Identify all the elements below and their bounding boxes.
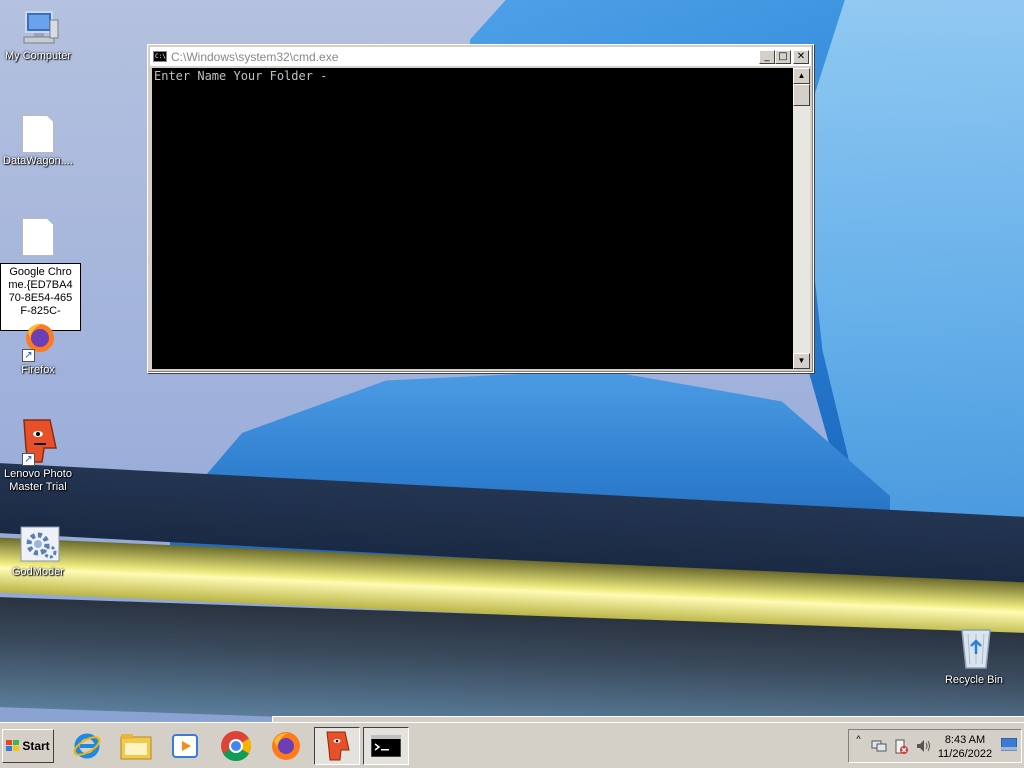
document-icon — [20, 218, 56, 256]
console-output[interactable]: Enter Name Your Folder - — [152, 68, 793, 369]
close-button[interactable]: ✕ — [793, 50, 809, 64]
desktop-icon-label: DataWagon.... — [3, 155, 73, 167]
cmd-titlebar[interactable]: C:\ C:\Windows\system32\cmd.exe _ □ ✕ — [150, 47, 811, 66]
taskbar-file-explorer[interactable] — [117, 727, 155, 765]
network-icon[interactable] — [871, 739, 887, 756]
show-hidden-icons-chevron-icon[interactable]: ˄ — [855, 735, 862, 751]
file-explorer-icon — [120, 734, 152, 760]
desktop-icon-datawagon[interactable]: DataWagon.... — [0, 115, 76, 168]
desktop-icon-chrome-file[interactable] — [0, 218, 76, 258]
clock-time: 8:43 AM — [944, 734, 986, 746]
scroll-down-button[interactable]: ▼ — [793, 353, 810, 369]
settings-gear-icon — [20, 526, 60, 562]
windows-flag-icon — [6, 740, 20, 752]
window-title: C:\Windows\system32\cmd.exe — [171, 49, 339, 64]
taskbar-firefox[interactable] — [267, 727, 305, 765]
scroll-up-button[interactable]: ▲ — [793, 68, 810, 84]
action-center-warning-icon[interactable] — [893, 739, 909, 758]
taskbar-internet-explorer[interactable] — [68, 727, 106, 765]
desktop-icon-label: Firefox — [21, 364, 55, 376]
system-tray: ˄ 8:43 AM 11/26/2022 — [848, 729, 1022, 763]
firefox-icon — [272, 732, 300, 760]
shortcut-arrow-icon: ↗ — [22, 349, 35, 362]
volume-icon[interactable] — [915, 739, 931, 756]
minimize-button[interactable]: _ — [759, 50, 775, 64]
desktop-icon-label: Lenovo Photo Master Trial — [4, 468, 72, 493]
scroll-thumb[interactable] — [793, 84, 810, 106]
clock-date: 11/26/2022 — [937, 748, 993, 760]
show-desktop-icon[interactable] — [1000, 737, 1018, 755]
vertical-scrollbar[interactable]: ▲ ▼ — [793, 68, 810, 369]
taskbar-lenovo-photo-master[interactable] — [314, 727, 360, 765]
desktop-icon-my-computer[interactable]: My Computer — [0, 10, 76, 63]
maximize-button[interactable]: □ — [775, 50, 791, 64]
desktop-icon-firefox[interactable]: ↗ Firefox — [0, 324, 76, 377]
taskbar-media-player[interactable] — [166, 727, 204, 765]
taskbar-chrome[interactable] — [217, 727, 255, 765]
chrome-icon — [221, 731, 252, 762]
desktop-icon-label: GodModer — [12, 566, 64, 578]
desktop-icon-recycle-bin[interactable]: Recycle Bin — [936, 624, 1012, 687]
recycle-bin-icon — [956, 624, 992, 670]
lenovo-photo-master-icon: ↗ — [20, 418, 57, 466]
document-icon — [20, 115, 56, 153]
start-label: Start — [22, 739, 50, 753]
internet-explorer-icon — [73, 733, 101, 759]
desktop-icon-godmoder[interactable]: GodModer — [0, 526, 76, 579]
desktop-icon-label: Recycle Bin — [944, 674, 1004, 686]
computer-icon — [20, 10, 59, 46]
taskbar-cmd[interactable] — [363, 727, 409, 765]
shortcut-arrow-icon: ↗ — [22, 453, 35, 466]
desktop-icon-lenovo-photo-master[interactable]: ↗ Lenovo Photo Master Trial — [0, 418, 76, 494]
cmd-icon: C:\ — [153, 51, 167, 62]
taskbar: Start ˄ 8:43 AM 11/26/2022 — [0, 722, 1024, 768]
lenovo-photo-master-icon — [326, 731, 350, 761]
desktop-icon-label: My Computer — [4, 50, 72, 62]
media-player-icon — [172, 734, 198, 758]
cmd-window[interactable]: C:\ C:\Windows\system32\cmd.exe _ □ ✕ En… — [147, 44, 814, 373]
window-controls: _ □ ✕ — [759, 50, 809, 64]
rename-text: Google Chrome.{ED7BA470-8E54-465F-825C- — [8, 266, 73, 317]
firefox-icon: ↗ — [20, 324, 56, 362]
start-button[interactable]: Start — [2, 729, 54, 763]
clock[interactable]: 8:43 AM 11/26/2022 — [935, 733, 995, 761]
cmd-icon — [371, 735, 401, 757]
